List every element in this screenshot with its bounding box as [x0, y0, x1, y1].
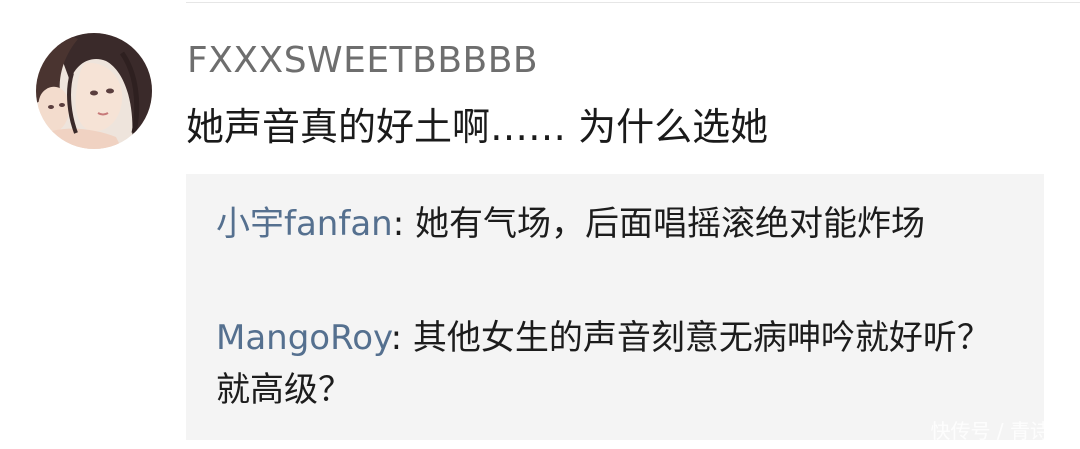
reply-author[interactable]: 小宇fanfan [216, 204, 393, 244]
avatar[interactable] [36, 33, 152, 149]
replies-box[interactable]: 小宇fanfan: 她有气场，后面唱摇滚绝对能炸场 MangoRoy: 其他女生… [186, 174, 1044, 440]
avatar-illustration-icon [36, 33, 152, 149]
divider [186, 2, 1080, 3]
watermark: 快传号 / 青诗 [930, 419, 1050, 443]
reply-text: 她有气场，后面唱摇滚绝对能炸场 [414, 204, 925, 244]
comment-screenshot: FXXXSWEETBBBBB 她声音真的好土啊…… 为什么选她 小宇fanfan… [0, 0, 1080, 449]
reply-author[interactable]: MangoRoy [216, 318, 391, 358]
comment-username[interactable]: FXXXSWEETBBBBB [187, 39, 538, 83]
reply-separator: : [390, 318, 413, 358]
reply-separator: : [392, 204, 415, 244]
comment-text: 她声音真的好土啊…… 为什么选她 [186, 105, 769, 149]
reply-item[interactable]: MangoRoy: 其他女生的声音刻意无病呻吟就好听？就高级？ [216, 312, 996, 416]
reply-item[interactable]: 小宇fanfan: 她有气场，后面唱摇滚绝对能炸场 [216, 198, 996, 250]
